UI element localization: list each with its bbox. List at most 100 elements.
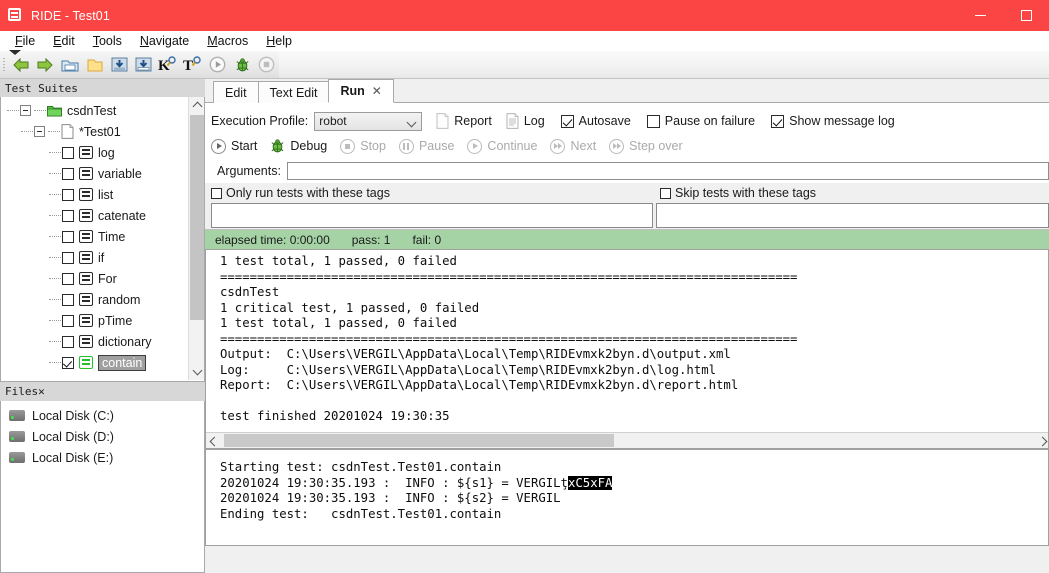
message-log-highlight-2: xFA — [590, 475, 613, 490]
search-keyword-icon[interactable]: K — [156, 52, 181, 78]
checkbox-log[interactable] — [62, 146, 74, 159]
close-icon[interactable]: ✕ — [38, 385, 45, 398]
menu-tools[interactable]: Tools — [84, 31, 131, 51]
show-message-log-checkbox-box[interactable] — [771, 114, 785, 128]
stop-button[interactable]: Stop — [340, 138, 386, 154]
menu-file-mnemonic: F — [15, 33, 23, 48]
svg-text:T: T — [183, 58, 193, 73]
tree-dot-connector — [49, 320, 61, 321]
log-button[interactable]: Log — [506, 113, 545, 129]
skip-tags-checkbox[interactable]: Skip tests with these tags — [655, 186, 816, 200]
open-folder-icon[interactable] — [58, 52, 83, 78]
stop-label: Stop — [360, 139, 386, 153]
menu-file[interactable]: File — [6, 31, 44, 51]
tree-scroll-up-button[interactable] — [189, 97, 204, 113]
console-horizontal-scrollbar[interactable] — [206, 432, 1048, 448]
list-item[interactable]: Local Disk (D:) — [1, 426, 204, 447]
skip-tags-box[interactable] — [660, 187, 671, 199]
tree-item-Time[interactable]: Time — [1, 226, 190, 247]
tree-item-pTime[interactable]: pTime — [1, 310, 190, 331]
toolbar: K T — [0, 49, 279, 79]
close-icon[interactable]: ✕ — [372, 84, 382, 98]
step-over-button[interactable]: Step over — [609, 138, 683, 154]
tree-item-list[interactable]: list — [1, 184, 190, 205]
menu-navigate[interactable]: Navigate — [131, 31, 198, 51]
console-scroll-right-button[interactable] — [1034, 433, 1048, 448]
tree-item-contain[interactable]: contain — [1, 352, 190, 373]
test-suites-tree[interactable]: csdnTest *Test01 log variable list caten… — [0, 97, 205, 382]
menu-macros[interactable]: Macros — [198, 31, 257, 51]
debug-button[interactable]: Debug — [270, 139, 327, 153]
autosave-checkbox-box[interactable] — [560, 114, 574, 128]
back-arrow-icon[interactable] — [9, 52, 34, 78]
tree-vertical-scrollbar[interactable] — [188, 97, 204, 380]
checkbox-random[interactable] — [62, 293, 74, 306]
stop-icon[interactable] — [254, 52, 279, 78]
run-icon[interactable] — [205, 52, 230, 78]
tree-scroll-thumb[interactable] — [190, 115, 204, 320]
expander-csdnTest[interactable] — [20, 105, 31, 116]
tree-node-Test01[interactable]: *Test01 — [1, 121, 190, 142]
console-output-panel[interactable]: 1 test total, 1 passed, 0 failed =======… — [205, 249, 1049, 449]
title-bar: RIDE - Test01 — [0, 0, 1049, 31]
tree-item-For[interactable]: For — [1, 268, 190, 289]
tree-node-csdnTest[interactable]: csdnTest — [1, 100, 190, 121]
report-button[interactable]: Report — [436, 113, 492, 129]
tree-item-dictionary[interactable]: dictionary — [1, 331, 190, 352]
tree-item-variable[interactable]: variable — [1, 163, 190, 184]
tab-edit[interactable]: Edit — [213, 81, 259, 103]
message-log-panel[interactable]: Starting test: csdnTest.Test01.contain 2… — [205, 449, 1049, 546]
console-scroll-left-button[interactable] — [206, 433, 222, 448]
save-all-icon[interactable] — [131, 52, 156, 78]
console-scroll-thumb[interactable] — [224, 434, 614, 447]
list-item[interactable]: Local Disk (C:) — [1, 405, 204, 426]
checkbox-variable[interactable] — [62, 167, 74, 180]
checkbox-For[interactable] — [62, 272, 74, 285]
next-button[interactable]: Next — [550, 138, 596, 154]
menu-edit[interactable]: Edit — [44, 31, 84, 51]
tree-item-log[interactable]: log — [1, 142, 190, 163]
save-icon[interactable] — [107, 52, 132, 78]
tree-item-if[interactable]: if — [1, 247, 190, 268]
start-button[interactable]: Start — [211, 138, 257, 154]
continue-button[interactable]: Continue — [467, 138, 537, 154]
tree-item-random[interactable]: random — [1, 289, 190, 310]
toolbar-grip[interactable] — [0, 49, 21, 79]
tree-label-log: log — [98, 145, 115, 160]
show-message-log-checkbox[interactable]: Show message log — [771, 114, 895, 128]
tab-strip: Edit Text Edit Run ✕ — [205, 79, 1049, 103]
menu-help[interactable]: Help — [257, 31, 301, 51]
only-run-tags-checkbox[interactable]: Only run tests with these tags — [205, 186, 655, 200]
pause-button[interactable]: Pause — [398, 138, 454, 154]
tab-run[interactable]: Run ✕ — [328, 79, 394, 103]
checkbox-catenate[interactable] — [62, 209, 74, 222]
skip-tags-input[interactable] — [656, 203, 1049, 228]
toolbar-background-filler — [279, 51, 1049, 79]
arguments-input[interactable] — [286, 162, 1049, 180]
tab-text-edit[interactable]: Text Edit — [257, 81, 330, 103]
only-run-tags-box[interactable] — [211, 187, 222, 199]
checkbox-Time[interactable] — [62, 230, 74, 243]
checkbox-dictionary[interactable] — [62, 335, 74, 348]
list-item[interactable]: Local Disk (E:) — [1, 447, 204, 468]
tree-scroll-down-button[interactable] — [189, 364, 204, 380]
execution-profile-select[interactable]: robot — [314, 111, 423, 131]
pause-on-failure-checkbox[interactable]: Pause on failure — [646, 114, 755, 128]
checkbox-if[interactable] — [62, 251, 74, 264]
debug-bug-icon[interactable] — [230, 52, 255, 78]
forward-arrow-icon[interactable] — [33, 52, 58, 78]
maximize-button[interactable] — [1003, 0, 1049, 31]
only-run-tags-input[interactable] — [211, 203, 654, 228]
new-folder-icon[interactable] — [82, 52, 107, 78]
tree-label-list: list — [98, 187, 114, 202]
expander-Test01[interactable] — [34, 126, 45, 137]
folder-icon — [47, 105, 62, 116]
checkbox-pTime[interactable] — [62, 314, 74, 327]
pause-on-failure-checkbox-box[interactable] — [646, 114, 660, 128]
checkbox-contain[interactable] — [62, 356, 74, 369]
autosave-checkbox[interactable]: Autosave — [560, 114, 631, 128]
checkbox-list[interactable] — [62, 188, 74, 201]
minimize-button[interactable] — [957, 0, 1003, 31]
search-tests-icon[interactable]: T — [181, 52, 206, 78]
tree-item-catenate[interactable]: catenate — [1, 205, 190, 226]
